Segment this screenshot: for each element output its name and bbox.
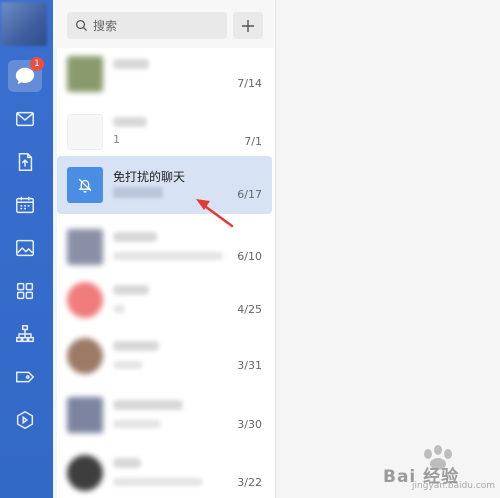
- calendar-icon: [16, 196, 34, 214]
- chat-date: 6/17: [237, 188, 262, 201]
- chat-row[interactable]: 3/30: [53, 386, 275, 444]
- blurred-chat-name: [113, 400, 183, 410]
- chat-avatar: [67, 338, 103, 374]
- nav-documents[interactable]: [8, 146, 42, 178]
- blurred-chat-name: [113, 341, 159, 351]
- chat-date: 3/22: [237, 476, 262, 489]
- blurred-chat-name: [113, 232, 157, 242]
- nav-calendar[interactable]: [8, 189, 42, 221]
- user-avatar[interactable]: [1, 2, 47, 46]
- search-icon: [75, 19, 87, 31]
- chat-row[interactable]: 1 7/1: [53, 103, 275, 161]
- chat-avatar: [67, 114, 103, 150]
- nav-mail[interactable]: [8, 103, 42, 135]
- nav-apps[interactable]: [8, 275, 42, 307]
- chat-list-toolbar: 搜索: [53, 0, 275, 48]
- search-box[interactable]: 搜索: [67, 12, 227, 39]
- blurred-chat-preview: [113, 305, 125, 313]
- tag-icon: [16, 371, 35, 383]
- chat-row[interactable]: 4/25: [53, 271, 275, 329]
- chat-avatar: [67, 282, 103, 318]
- muted-chat-avatar: [67, 167, 103, 203]
- chat-row[interactable]: 7/14: [53, 45, 275, 103]
- chat-preview: 1: [113, 133, 120, 146]
- chat-date: 7/1: [244, 135, 262, 148]
- hexagon-icon: [16, 410, 34, 430]
- unread-badge: 1: [30, 57, 44, 71]
- chat-list-panel: 搜索 7/14 1 7/1 免打扰的聊天 6/17 6/10 4/25 3/31…: [53, 0, 276, 498]
- blurred-chat-preview: [113, 187, 163, 198]
- chat-row[interactable]: 3/22: [53, 444, 275, 498]
- chat-avatar: [67, 397, 103, 433]
- annotation-arrow-icon: [196, 199, 234, 228]
- plus-icon: [242, 19, 254, 32]
- left-navigation-rail: 1: [0, 0, 53, 498]
- chat-row[interactable]: 3/31: [53, 327, 275, 385]
- blurred-chat-name: [113, 59, 149, 69]
- chat-date: 6/10: [237, 250, 262, 263]
- blurred-chat-preview: [113, 478, 203, 486]
- chat-title: 免打扰的聊天: [113, 170, 186, 184]
- bell-off-icon: [78, 178, 92, 193]
- create-button[interactable]: [233, 12, 263, 39]
- conversation-pane-empty: [276, 0, 500, 498]
- chat-date: 3/30: [237, 418, 262, 431]
- search-placeholder: 搜索: [93, 19, 118, 33]
- chat-avatar: [67, 455, 103, 491]
- chat-date: 3/31: [237, 359, 262, 372]
- blurred-chat-name: [113, 285, 149, 295]
- chat-date: 4/25: [237, 303, 262, 316]
- chat-avatar: [67, 56, 103, 92]
- mail-icon: [16, 111, 34, 127]
- nav-photos[interactable]: [8, 232, 42, 264]
- nav-workbench[interactable]: [8, 404, 42, 436]
- blurred-chat-preview: [113, 420, 161, 428]
- chat-date: 7/14: [237, 77, 262, 90]
- nav-organization[interactable]: [8, 318, 42, 350]
- blurred-chat-preview: [113, 252, 223, 260]
- watermark-url: jingyan.baidu.com: [412, 481, 496, 491]
- nav-messages[interactable]: 1: [8, 57, 44, 92]
- photo-icon: [16, 239, 34, 257]
- chat-row[interactable]: 6/10: [53, 218, 275, 276]
- org-chart-icon: [16, 325, 34, 343]
- grid-apps-icon: [16, 282, 34, 300]
- chat-avatar: [67, 229, 103, 265]
- blurred-chat-name: [113, 458, 141, 468]
- blurred-chat-preview: [113, 361, 143, 369]
- app-window: 1 搜索 7/14 1 7/1 免打扰的聊天 6/17 6/10 4/25 3/…: [0, 0, 500, 498]
- document-icon: [18, 153, 33, 171]
- blurred-chat-name: [113, 117, 147, 127]
- nav-tags[interactable]: [8, 361, 42, 393]
